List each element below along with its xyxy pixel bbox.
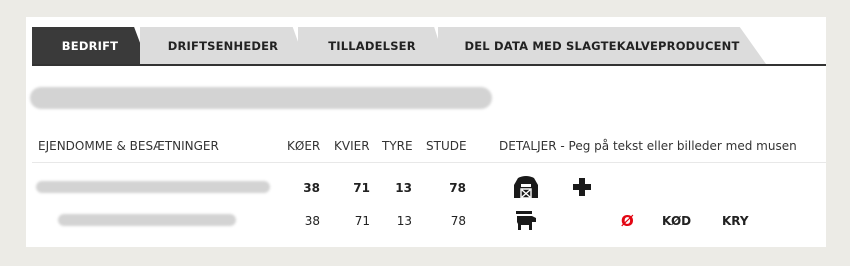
page-title-redacted [30,87,492,109]
barn-icon[interactable] [512,175,540,199]
cross-flag[interactable]: KRY [722,214,749,228]
meat-flag[interactable]: KØD [662,214,691,228]
col-header-bulls: TYRE [382,139,413,153]
tab-driftsenheder[interactable]: DRIFTSENHEDER [140,27,306,64]
tab-tilladelser[interactable]: TILLADELSER [298,27,446,64]
cows-count: 38 [303,181,320,195]
bulls-count: 13 [396,214,412,228]
tab-bar: BEDRIFT DRIFTSENHEDER TILLADELSER DEL DA… [32,27,828,64]
col-header-cows: KØER [287,139,321,153]
col-header-details: DETALJER - Peg på tekst eller billeder m… [499,139,797,153]
organic-flag[interactable]: Ø [621,212,634,230]
steers-count: 78 [450,214,466,228]
cows-count: 38 [304,214,320,228]
col-header-steers: STUDE [426,139,467,153]
header-divider [32,162,826,163]
property-name-redacted[interactable] [36,181,270,193]
cattle-icon[interactable] [514,210,538,232]
col-header-property: EJENDOMME & BESÆTNINGER [38,139,219,153]
steers-count: 78 [449,181,466,195]
heifers-count: 71 [353,181,370,195]
col-header-heifers: KVIER [334,139,370,153]
farm-card: BEDRIFT DRIFTSENHEDER TILLADELSER DEL DA… [26,17,826,247]
herd-name-redacted[interactable] [58,214,236,226]
plus-icon[interactable] [572,177,592,197]
tab-underline [32,64,826,66]
heifers-count: 71 [354,214,370,228]
tab-del-data[interactable]: DEL DATA MED SLAGTEKALVEPRODUCENT [438,27,766,64]
bulls-count: 13 [395,181,412,195]
tab-bedrift[interactable]: BEDRIFT [32,27,148,64]
